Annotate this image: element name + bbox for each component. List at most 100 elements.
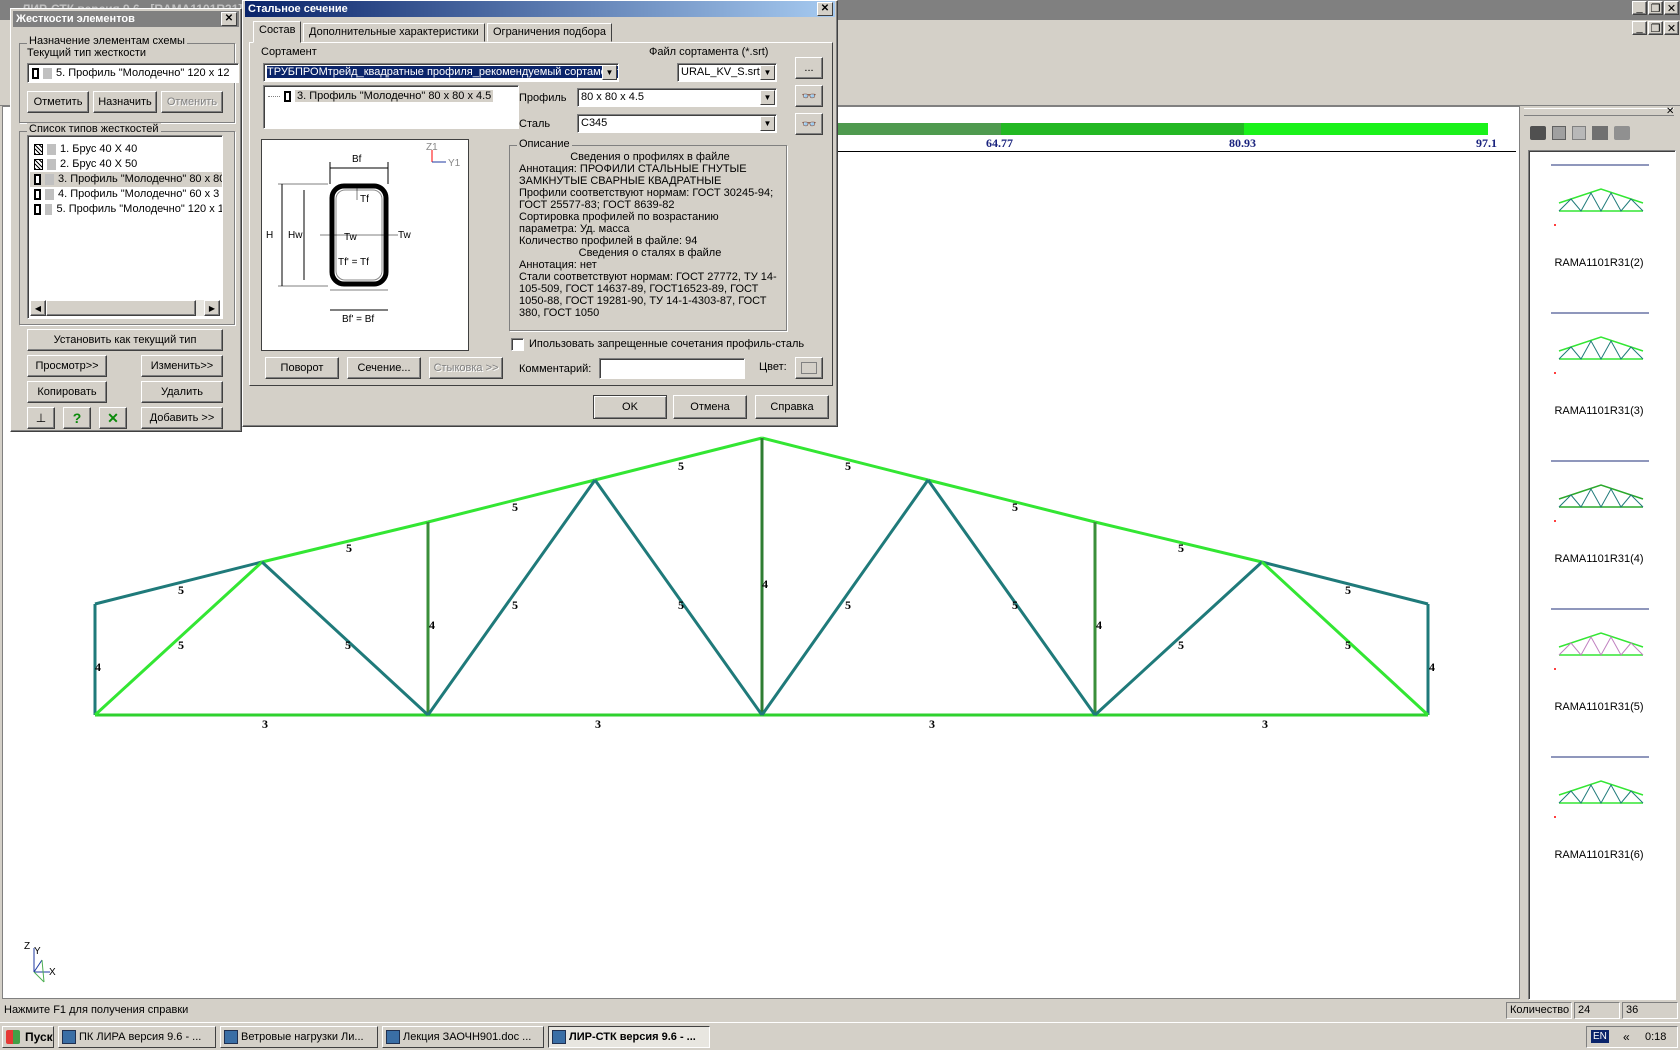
- cancel-button[interactable]: Отмена: [673, 395, 747, 419]
- status-count-value: 24: [1574, 1002, 1620, 1019]
- print-icon[interactable]: [1614, 126, 1630, 140]
- scroll-right-icon[interactable]: ▶: [204, 300, 220, 316]
- axis-indicator: Z Y X: [24, 941, 56, 983]
- forbidden-combos-checkbox[interactable]: [511, 338, 524, 351]
- image-icon[interactable]: [1592, 126, 1608, 140]
- tree-item[interactable]: 3. Профиль "Молодечно" 80 х 80 х 4.5: [268, 90, 494, 102]
- mark-button[interactable]: Отметить: [27, 91, 89, 113]
- task-button-3[interactable]: Лекция ЗАОЧН901.doc ...: [382, 1026, 544, 1048]
- profile-label: Профиль: [519, 92, 567, 104]
- stiffness-list-item[interactable]: 2. Брус 40 X 50: [30, 157, 222, 172]
- steel-value: C345: [581, 117, 608, 129]
- task-button-1[interactable]: ПК ЛИРА версия 9.6 - ...: [58, 1026, 216, 1048]
- thumbnail-item[interactable]: RAMA1101R31(4): [1529, 447, 1675, 595]
- stiffness-types-list[interactable]: 1. Брус 40 X 40 2. Брус 40 X 50 3. Профиль…: [27, 135, 223, 319]
- profile-tree[interactable]: 3. Профиль "Молодечно" 80 х 80 х 4.5: [263, 85, 519, 129]
- close-icon[interactable]: ✕: [817, 2, 833, 16]
- chevron-down-icon[interactable]: ▼: [760, 116, 775, 131]
- dim-bf-eq: Bf' = Bf: [342, 314, 374, 325]
- task-button-4[interactable]: ЛИР-СТК версия 9.6 - ...: [548, 1026, 710, 1048]
- thumbnail-panel-header: [1524, 108, 1674, 116]
- axis-tool-icon[interactable]: ⊥: [27, 407, 55, 429]
- camera-icon[interactable]: [1530, 126, 1546, 140]
- tab-additional[interactable]: Дополнительные характеристики: [303, 23, 485, 42]
- start-button[interactable]: Пуск: [2, 1026, 54, 1048]
- set-current-type-button[interactable]: Установить как текущий тип: [27, 329, 223, 351]
- assortment-select[interactable]: ТРУБПРОМтрейд_квадратные профиля_рекомен…: [263, 63, 619, 82]
- thumbnail-item[interactable]: RAMA1101R31(6): [1529, 743, 1675, 891]
- task-button-2[interactable]: Ветровые нагрузки Ли...: [220, 1026, 378, 1048]
- chevron-down-icon[interactable]: ▼: [602, 65, 617, 80]
- thumbnail-item[interactable]: RAMA1101R31(3): [1529, 299, 1675, 447]
- color-swatch: [45, 189, 54, 200]
- doc-restore-button[interactable]: ❐: [1648, 21, 1663, 35]
- help-button[interactable]: Справка: [755, 395, 829, 419]
- tab-selection-limits[interactable]: Ограничения подбора: [487, 23, 613, 42]
- comment-label: Комментарий:: [519, 363, 592, 375]
- scroll-left-icon[interactable]: ◀: [30, 300, 46, 316]
- stiffness-dialog-titlebar[interactable]: Жесткости элементов ✕: [13, 11, 239, 27]
- close-green-icon[interactable]: ✕: [99, 407, 127, 429]
- save-icon[interactable]: [1552, 126, 1566, 140]
- profile-select[interactable]: 80 x 80 x 4.5 ▼: [577, 88, 777, 107]
- ok-button[interactable]: OK: [593, 395, 667, 419]
- assign-button[interactable]: Назначить: [93, 91, 157, 113]
- copy-button[interactable]: Копировать: [27, 381, 107, 403]
- close-button[interactable]: ✕: [1664, 1, 1679, 15]
- member-label: 5: [678, 459, 684, 473]
- close-icon[interactable]: ✕: [221, 12, 237, 26]
- view-button[interactable]: Просмотр>>: [27, 355, 107, 377]
- member-label: 4: [1096, 618, 1102, 632]
- axis-y-label: Y: [34, 946, 41, 957]
- file-select[interactable]: URAL_KV_S.srt ▼: [677, 63, 777, 82]
- stiffness-list-item[interactable]: 4. Профиль "Молодечно" 60 х 3: [30, 187, 222, 202]
- profile-glasses-icon[interactable]: 👓: [795, 85, 823, 107]
- delete-button[interactable]: Удалить: [141, 381, 223, 403]
- thumbnail-item[interactable]: RAMA1101R31(5): [1529, 595, 1675, 743]
- thumbnail-item[interactable]: RAMA1101R31(2): [1529, 151, 1675, 299]
- change-button[interactable]: Изменить>>: [141, 355, 223, 377]
- chevron-down-icon[interactable]: ▼: [760, 65, 775, 80]
- browse-button[interactable]: ...: [795, 57, 823, 79]
- language-indicator[interactable]: EN: [1591, 1030, 1609, 1043]
- comment-input[interactable]: [599, 358, 745, 379]
- color-picker-button[interactable]: [795, 357, 823, 379]
- thumbnail-label: RAMA1101R31(3): [1554, 405, 1644, 417]
- copy-icon[interactable]: [1572, 126, 1586, 140]
- steel-dialog-titlebar[interactable]: Стальное сечение ✕: [245, 1, 835, 17]
- top-chord-2[interactable]: [261, 520, 429, 564]
- steel-glasses-icon[interactable]: 👓: [795, 113, 823, 135]
- rotate-button[interactable]: Поворот: [265, 357, 339, 379]
- steel-select[interactable]: C345 ▼: [577, 114, 777, 133]
- member-label: 5: [346, 541, 352, 555]
- stiffness-item-label: 3. Профиль "Молодечно" 80 х 80: [58, 173, 223, 185]
- tray-expand-icon[interactable]: «: [1623, 1030, 1630, 1044]
- member-label: 5: [1178, 638, 1184, 652]
- scroll-thumb[interactable]: [46, 300, 196, 316]
- stiffness-list-item[interactable]: 3. Профиль "Молодечно" 80 х 80: [30, 172, 223, 187]
- thumbnail-label: RAMA1101R31(4): [1554, 553, 1644, 565]
- thumbnail-list[interactable]: RAMA1101R31(2) RAMA1101R31(3) RAMA1101R3…: [1528, 150, 1676, 1000]
- restore-button[interactable]: ❐: [1648, 1, 1663, 15]
- stiffness-list-item[interactable]: 5. Профиль "Молодечно" 120 х 12: [30, 202, 222, 217]
- tree-item-label: 3. Профиль "Молодечно" 80 х 80 х 4.5: [295, 90, 494, 102]
- doc-close-button[interactable]: ✕: [1664, 21, 1679, 35]
- assign-group-label: Назначение элементам схемы: [27, 35, 187, 47]
- chevron-down-icon[interactable]: ▼: [760, 90, 775, 105]
- cancel-assign-button[interactable]: Отменить: [161, 91, 223, 113]
- joint-button[interactable]: Стыковка >>: [429, 357, 503, 379]
- member-label: 5: [345, 638, 351, 652]
- section-button[interactable]: Сечение...: [347, 357, 421, 379]
- tab-composition[interactable]: Состав: [253, 21, 302, 43]
- minimize-button[interactable]: _: [1632, 1, 1647, 15]
- color-swatch: [45, 174, 54, 185]
- horizontal-scrollbar[interactable]: ◀ ▶: [30, 300, 220, 316]
- thumbnail-panel-close-icon[interactable]: ✕: [1666, 106, 1674, 117]
- thumbnail-preview: [1551, 756, 1649, 818]
- help-icon[interactable]: ?: [63, 407, 91, 429]
- doc-minimize-button[interactable]: _: [1632, 21, 1647, 35]
- add-button[interactable]: Добавить >>: [141, 407, 223, 429]
- forbidden-combos-label[interactable]: Ипользовать запрещенные сочетания профил…: [529, 338, 804, 350]
- stiffness-list-item[interactable]: 1. Брус 40 X 40: [30, 142, 222, 157]
- current-type-field[interactable]: 5. Профиль "Молодечно" 120 х 12: [27, 63, 239, 83]
